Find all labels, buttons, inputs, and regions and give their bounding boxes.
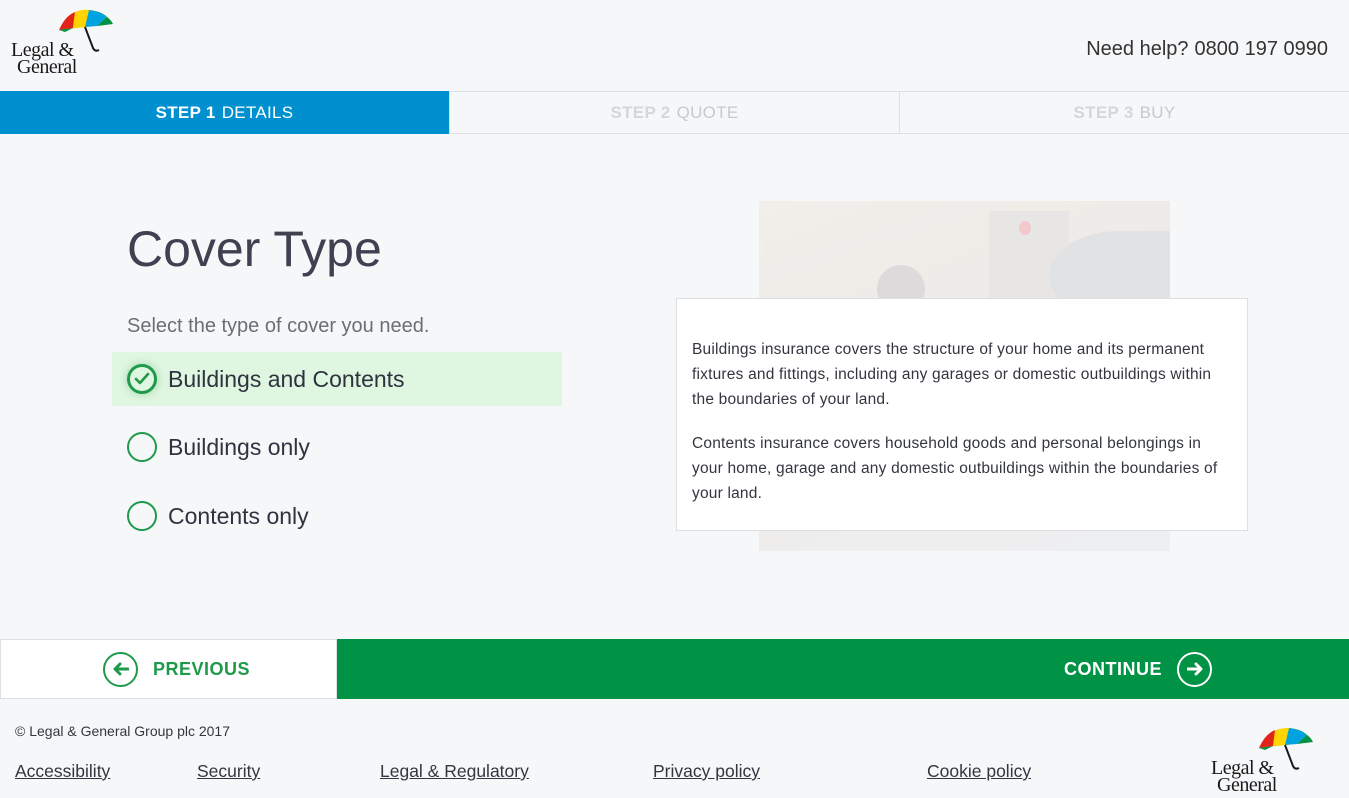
radio-unchecked-icon[interactable] (127, 501, 157, 531)
continue-button[interactable]: CONTINUE (337, 639, 1349, 699)
logo-text-line2: General (1217, 774, 1277, 796)
page-subtitle: Select the type of cover you need. (127, 315, 430, 337)
option-label: Buildings only (168, 433, 310, 460)
step-label: BUY (1139, 102, 1176, 122)
step-navigation: PREVIOUS CONTINUE (0, 639, 1349, 699)
page-title: Cover Type (127, 221, 382, 277)
step-quote: STEP 2 QUOTE (449, 91, 899, 134)
logo-text-line2: General (17, 56, 77, 78)
arrow-left-icon (103, 651, 138, 687)
option-contents-only[interactable]: Contents only (112, 489, 562, 543)
option-label: Contents only (168, 502, 309, 529)
help-label: Need help? (1086, 38, 1189, 60)
copyright: © Legal & General Group plc 2017 (15, 723, 231, 739)
option-label: Buildings and Contents (168, 365, 405, 392)
legal-general-logo[interactable]: Legal & General (11, 8, 113, 80)
continue-label: CONTINUE (1064, 658, 1162, 679)
info-box: Buildings insurance covers the structure… (676, 298, 1248, 531)
step-number: STEP 2 (610, 102, 671, 122)
step-label: DETAILS (221, 102, 294, 122)
footer-link-privacy-policy[interactable]: Privacy policy (653, 761, 760, 782)
progress-steps: STEP 1 DETAILS STEP 2 QUOTE STEP 3 BUY (0, 91, 1349, 134)
help-contact: Need help? 0800 197 0990 (1080, 38, 1328, 61)
previous-label: PREVIOUS (153, 658, 251, 679)
previous-button[interactable]: PREVIOUS (0, 639, 337, 699)
radio-checked-icon[interactable] (127, 364, 157, 394)
option-buildings-only[interactable]: Buildings only (112, 420, 562, 474)
footer-logo[interactable]: Legal & General (1211, 726, 1313, 798)
arrow-right-icon (1177, 651, 1212, 687)
info-buildings-text: Buildings insurance covers the structure… (692, 341, 1212, 408)
header: Legal & General Need help? 0800 197 0990 (0, 0, 1349, 91)
step-number: STEP 1 (155, 102, 216, 122)
footer-link-legal-regulatory[interactable]: Legal & Regulatory (380, 761, 529, 782)
option-buildings-and-contents[interactable]: Buildings and Contents (112, 352, 562, 406)
footer-link-cookie-policy[interactable]: Cookie policy (927, 761, 1031, 782)
footer-link-security[interactable]: Security (197, 761, 260, 782)
step-number: STEP 3 (1073, 102, 1134, 122)
info-contents-text: Contents insurance covers household good… (692, 435, 1218, 502)
footer-link-accessibility[interactable]: Accessibility (15, 761, 110, 782)
step-label: QUOTE (676, 102, 739, 122)
step-buy: STEP 3 BUY (899, 91, 1349, 134)
step-details: STEP 1 DETAILS (0, 91, 449, 134)
radio-unchecked-icon[interactable] (127, 432, 157, 462)
help-phone[interactable]: 0800 197 0990 (1195, 38, 1328, 60)
